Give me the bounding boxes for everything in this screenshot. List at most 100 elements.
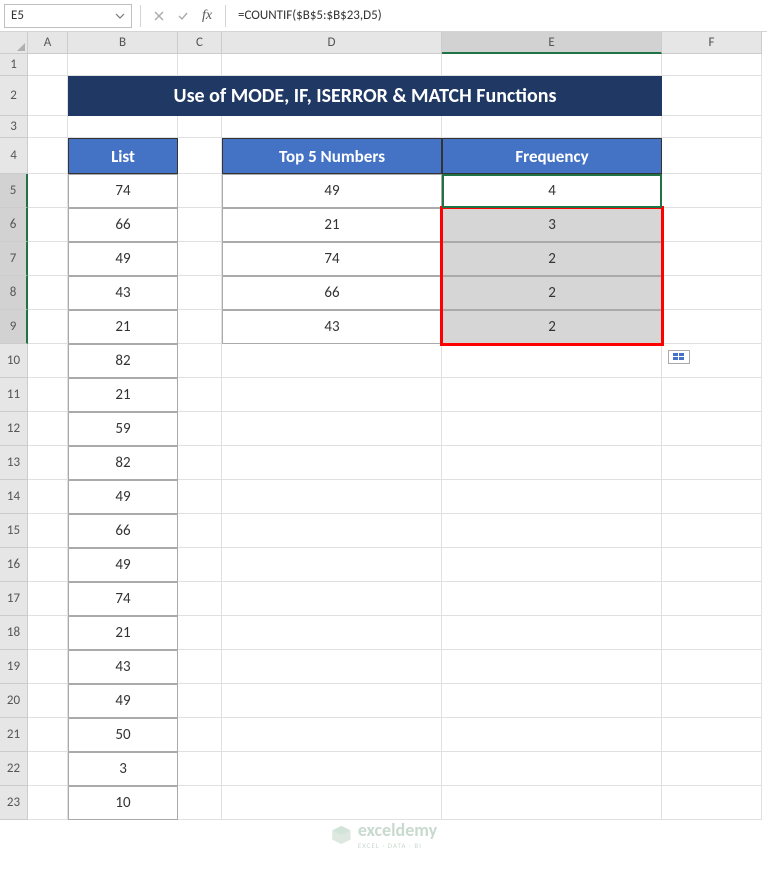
cell[interactable] <box>442 786 662 820</box>
cell[interactable] <box>178 548 222 582</box>
cancel-icon[interactable] <box>151 8 167 24</box>
list-item[interactable]: 49 <box>68 242 178 276</box>
cell[interactable] <box>442 718 662 752</box>
cell[interactable] <box>662 650 762 684</box>
cell[interactable] <box>178 480 222 514</box>
cell[interactable] <box>28 242 68 276</box>
cell[interactable] <box>222 514 442 548</box>
cell[interactable] <box>28 138 68 174</box>
frequency-item[interactable]: 2 <box>442 310 662 344</box>
top5-item[interactable]: 66 <box>222 276 442 310</box>
cell[interactable] <box>28 650 68 684</box>
cell[interactable] <box>178 310 222 344</box>
cell[interactable] <box>178 684 222 718</box>
column-header-C[interactable]: C <box>178 32 222 54</box>
row-header-3[interactable]: 3 <box>0 116 28 138</box>
chevron-down-icon[interactable] <box>115 11 125 21</box>
list-item[interactable]: 21 <box>68 310 178 344</box>
row-header-14[interactable]: 14 <box>0 480 28 514</box>
list-item[interactable]: 74 <box>68 582 178 616</box>
cell[interactable] <box>222 54 442 76</box>
cell[interactable] <box>178 54 222 76</box>
cell[interactable] <box>222 752 442 786</box>
cell[interactable] <box>662 138 762 174</box>
list-item[interactable]: 10 <box>68 786 178 820</box>
top5-item[interactable]: 43 <box>222 310 442 344</box>
cell[interactable] <box>442 650 662 684</box>
cell[interactable] <box>222 650 442 684</box>
cell[interactable] <box>222 616 442 650</box>
row-header-16[interactable]: 16 <box>0 548 28 582</box>
cell[interactable] <box>662 242 762 276</box>
frequency-item[interactable]: 4 <box>442 174 662 208</box>
row-header-13[interactable]: 13 <box>0 446 28 480</box>
cell[interactable] <box>178 616 222 650</box>
list-item[interactable]: 49 <box>68 480 178 514</box>
row-header-18[interactable]: 18 <box>0 616 28 650</box>
cell[interactable] <box>178 344 222 378</box>
cell[interactable] <box>662 276 762 310</box>
cell[interactable] <box>28 514 68 548</box>
cell[interactable] <box>222 718 442 752</box>
cell[interactable] <box>178 582 222 616</box>
top5-item[interactable]: 21 <box>222 208 442 242</box>
cell[interactable] <box>28 582 68 616</box>
cell[interactable] <box>28 616 68 650</box>
autofill-options-icon[interactable] <box>668 350 690 364</box>
cell[interactable] <box>222 480 442 514</box>
frequency-item[interactable]: 3 <box>442 208 662 242</box>
cell[interactable] <box>442 480 662 514</box>
cell[interactable] <box>662 378 762 412</box>
cell[interactable] <box>222 548 442 582</box>
cell[interactable] <box>178 174 222 208</box>
cell[interactable] <box>662 786 762 820</box>
list-item[interactable]: 82 <box>68 446 178 480</box>
row-header-2[interactable]: 2 <box>0 76 28 116</box>
list-item[interactable]: 43 <box>68 276 178 310</box>
top5-item[interactable]: 74 <box>222 242 442 276</box>
row-header-19[interactable]: 19 <box>0 650 28 684</box>
cell[interactable] <box>662 116 762 138</box>
cell[interactable] <box>28 378 68 412</box>
cell[interactable] <box>662 174 762 208</box>
row-header-15[interactable]: 15 <box>0 514 28 548</box>
row-header-7[interactable]: 7 <box>0 242 28 276</box>
list-item[interactable]: 66 <box>68 208 178 242</box>
list-item[interactable]: 74 <box>68 174 178 208</box>
cell[interactable] <box>222 786 442 820</box>
name-box[interactable]: E5 <box>4 4 132 28</box>
cell[interactable] <box>442 116 662 138</box>
cell[interactable] <box>178 138 222 174</box>
list-item[interactable]: 49 <box>68 548 178 582</box>
cell[interactable] <box>28 684 68 718</box>
cell[interactable] <box>28 54 68 76</box>
cell[interactable] <box>178 276 222 310</box>
cell[interactable] <box>68 54 178 76</box>
cell[interactable] <box>222 344 442 378</box>
formula-input[interactable]: =COUNTIF($B$5:$B$23,D5) <box>230 8 763 23</box>
cell[interactable] <box>178 786 222 820</box>
cell[interactable] <box>178 446 222 480</box>
column-header-A[interactable]: A <box>28 32 68 54</box>
cell[interactable] <box>662 76 762 116</box>
cell[interactable] <box>442 54 662 76</box>
row-header-9[interactable]: 9 <box>0 310 28 344</box>
row-header-23[interactable]: 23 <box>0 786 28 820</box>
cell[interactable] <box>28 718 68 752</box>
cell[interactable] <box>178 514 222 548</box>
list-item[interactable]: 21 <box>68 616 178 650</box>
column-header-E[interactable]: E <box>442 32 662 54</box>
cell[interactable] <box>662 514 762 548</box>
cell[interactable] <box>68 116 178 138</box>
cell[interactable] <box>662 718 762 752</box>
row-header-17[interactable]: 17 <box>0 582 28 616</box>
cell[interactable] <box>178 116 222 138</box>
cell[interactable] <box>28 412 68 446</box>
row-header-12[interactable]: 12 <box>0 412 28 446</box>
cell[interactable] <box>28 344 68 378</box>
cell[interactable] <box>222 446 442 480</box>
select-all-corner[interactable] <box>0 32 28 54</box>
list-item[interactable]: 43 <box>68 650 178 684</box>
cell[interactable] <box>28 786 68 820</box>
cell[interactable] <box>28 276 68 310</box>
